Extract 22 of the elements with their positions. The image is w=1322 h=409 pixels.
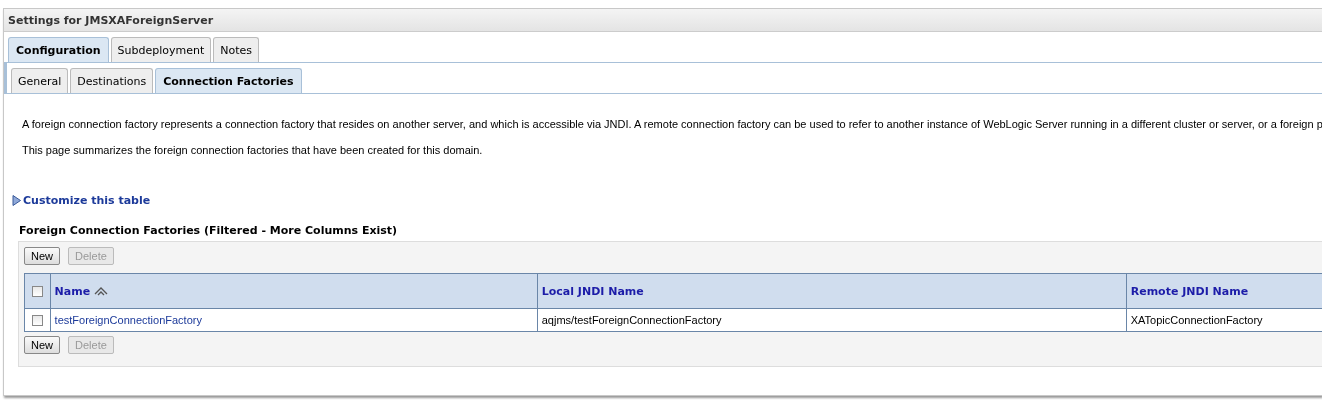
panel-title: Settings for JMSXAForeignServer: [4, 9, 1322, 32]
customize-link[interactable]: Customize this table: [23, 194, 151, 207]
tab[interactable]: Configuration: [8, 37, 109, 62]
sort-icon[interactable]: [94, 286, 109, 296]
subtab[interactable]: Connection Factories: [155, 68, 302, 93]
description-text: This page summarizes the foreign connection factories that have been created for this domain.: [22, 144, 484, 156]
tab[interactable]: Subdeployment: [110, 37, 212, 62]
table-cell: XATopicConnectionFactory: [1130, 314, 1263, 326]
column-header[interactable]: Name: [54, 284, 91, 298]
new-button[interactable]: New: [24, 247, 60, 265]
subtab[interactable]: Destinations: [70, 68, 154, 93]
subtab[interactable]: General: [11, 68, 69, 93]
table-title: Foreign Connection Factories (Filtered - More Columns Exist): [19, 224, 399, 237]
description-text: A foreign connection factory represents a connection factory that resides on another server, and which is accessible via JNDI. A remote connection factory can be used to refer to another instance of WebLogic Server running in a different cluster or server, or a foreign p: [22, 118, 1322, 130]
tab[interactable]: Notes: [213, 37, 260, 62]
checkbox[interactable]: [31, 315, 43, 327]
column-header[interactable]: Local JNDI Name: [541, 284, 644, 298]
triangle-icon: [12, 195, 21, 206]
checkbox[interactable]: [31, 286, 43, 297]
name-link[interactable]: testForeignConnectionFactory: [54, 314, 202, 326]
new-button[interactable]: New: [24, 336, 60, 354]
table-cell: aqjms/testForeignConnectionFactory: [541, 314, 722, 326]
